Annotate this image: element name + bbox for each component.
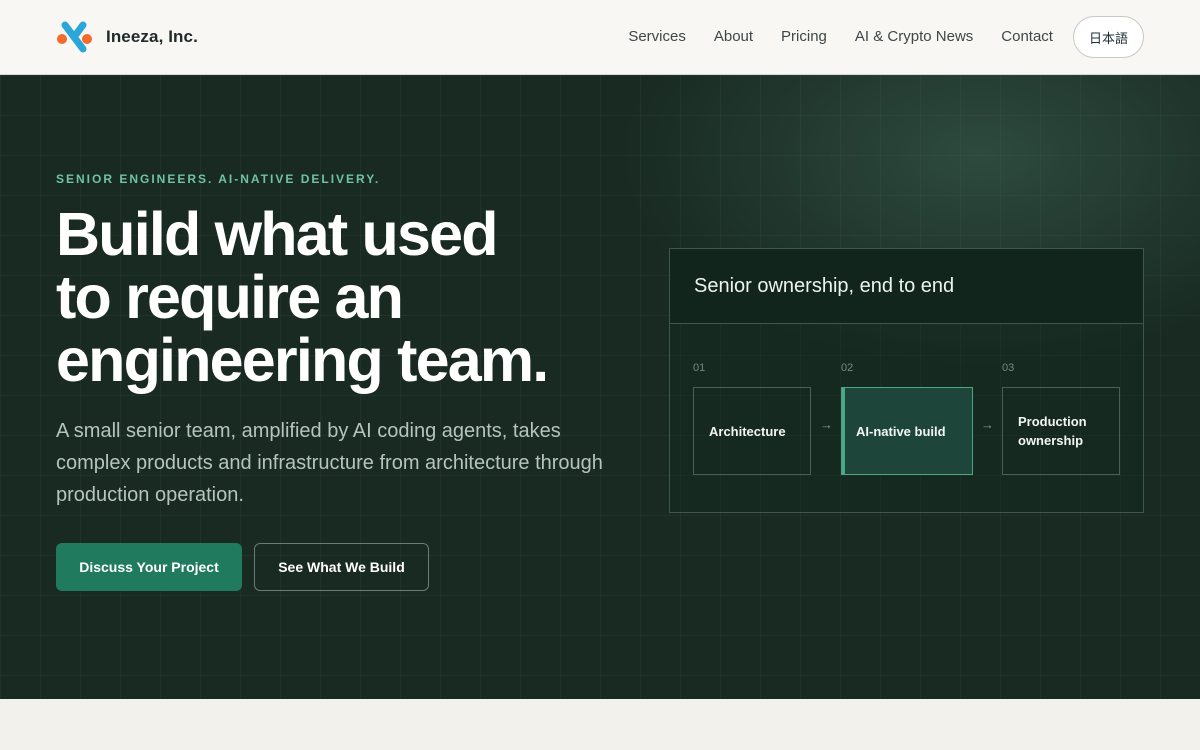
see-what-we-build-button[interactable]: See What We Build (254, 543, 429, 591)
card-header: Senior ownership, end to end (670, 249, 1143, 324)
nav-link-pricing[interactable]: Pricing (781, 16, 827, 58)
step-label: AI-native build (856, 423, 946, 439)
step-number-3: 03 (1002, 362, 1015, 374)
hero-headline: Build what used to require an engineerin… (56, 203, 616, 392)
step-label: Production ownership (1018, 414, 1087, 448)
nav-link-contact[interactable]: Contact (1001, 16, 1053, 58)
discuss-project-button[interactable]: Discuss Your Project (56, 543, 242, 591)
step-architecture: Architecture (693, 387, 811, 475)
brand-name: Ineeza, Inc. (106, 27, 198, 46)
site-header: Ineeza, Inc. Services About Pricing AI &… (0, 0, 1200, 75)
step-number-1: 01 (693, 362, 706, 374)
step-ai-native-build: AI-native build (841, 387, 973, 475)
card-title: Senior ownership, end to end (694, 274, 955, 297)
hero-eyebrow: SENIOR ENGINEERS. AI-NATIVE DELIVERY. (56, 172, 381, 186)
step-number-2: 02 (841, 362, 854, 374)
headline-line-3: engineering team. (56, 326, 549, 394)
ownership-card: Senior ownership, end to end 01 02 03 Ar… (669, 248, 1144, 513)
step-production-ownership: Production ownership (1002, 387, 1120, 475)
hero-subtext: A small senior team, amplified by AI cod… (56, 420, 603, 506)
arrow-right-icon: → (820, 417, 833, 432)
next-section (0, 699, 1200, 750)
hero-section: SENIOR ENGINEERS. AI-NATIVE DELIVERY. Bu… (0, 75, 1200, 699)
language-toggle-button[interactable]: 日本語 (1072, 16, 1144, 58)
nav-link-ai-crypto-news[interactable]: AI & Crypto News (855, 16, 973, 58)
nav-link-services[interactable]: Services (628, 16, 686, 58)
logo-link[interactable]: Ineeza, Inc. (56, 20, 198, 54)
headline-line-2: to require an (56, 263, 404, 331)
ineeza-logo-icon (57, 21, 92, 53)
step-label: Architecture (709, 423, 786, 439)
main-nav: Services About Pricing AI & Crypto News … (628, 16, 1144, 58)
arrow-right-icon: → (981, 417, 994, 432)
nav-link-about[interactable]: About (714, 16, 753, 58)
headline-line-1: Build what used (56, 200, 498, 268)
